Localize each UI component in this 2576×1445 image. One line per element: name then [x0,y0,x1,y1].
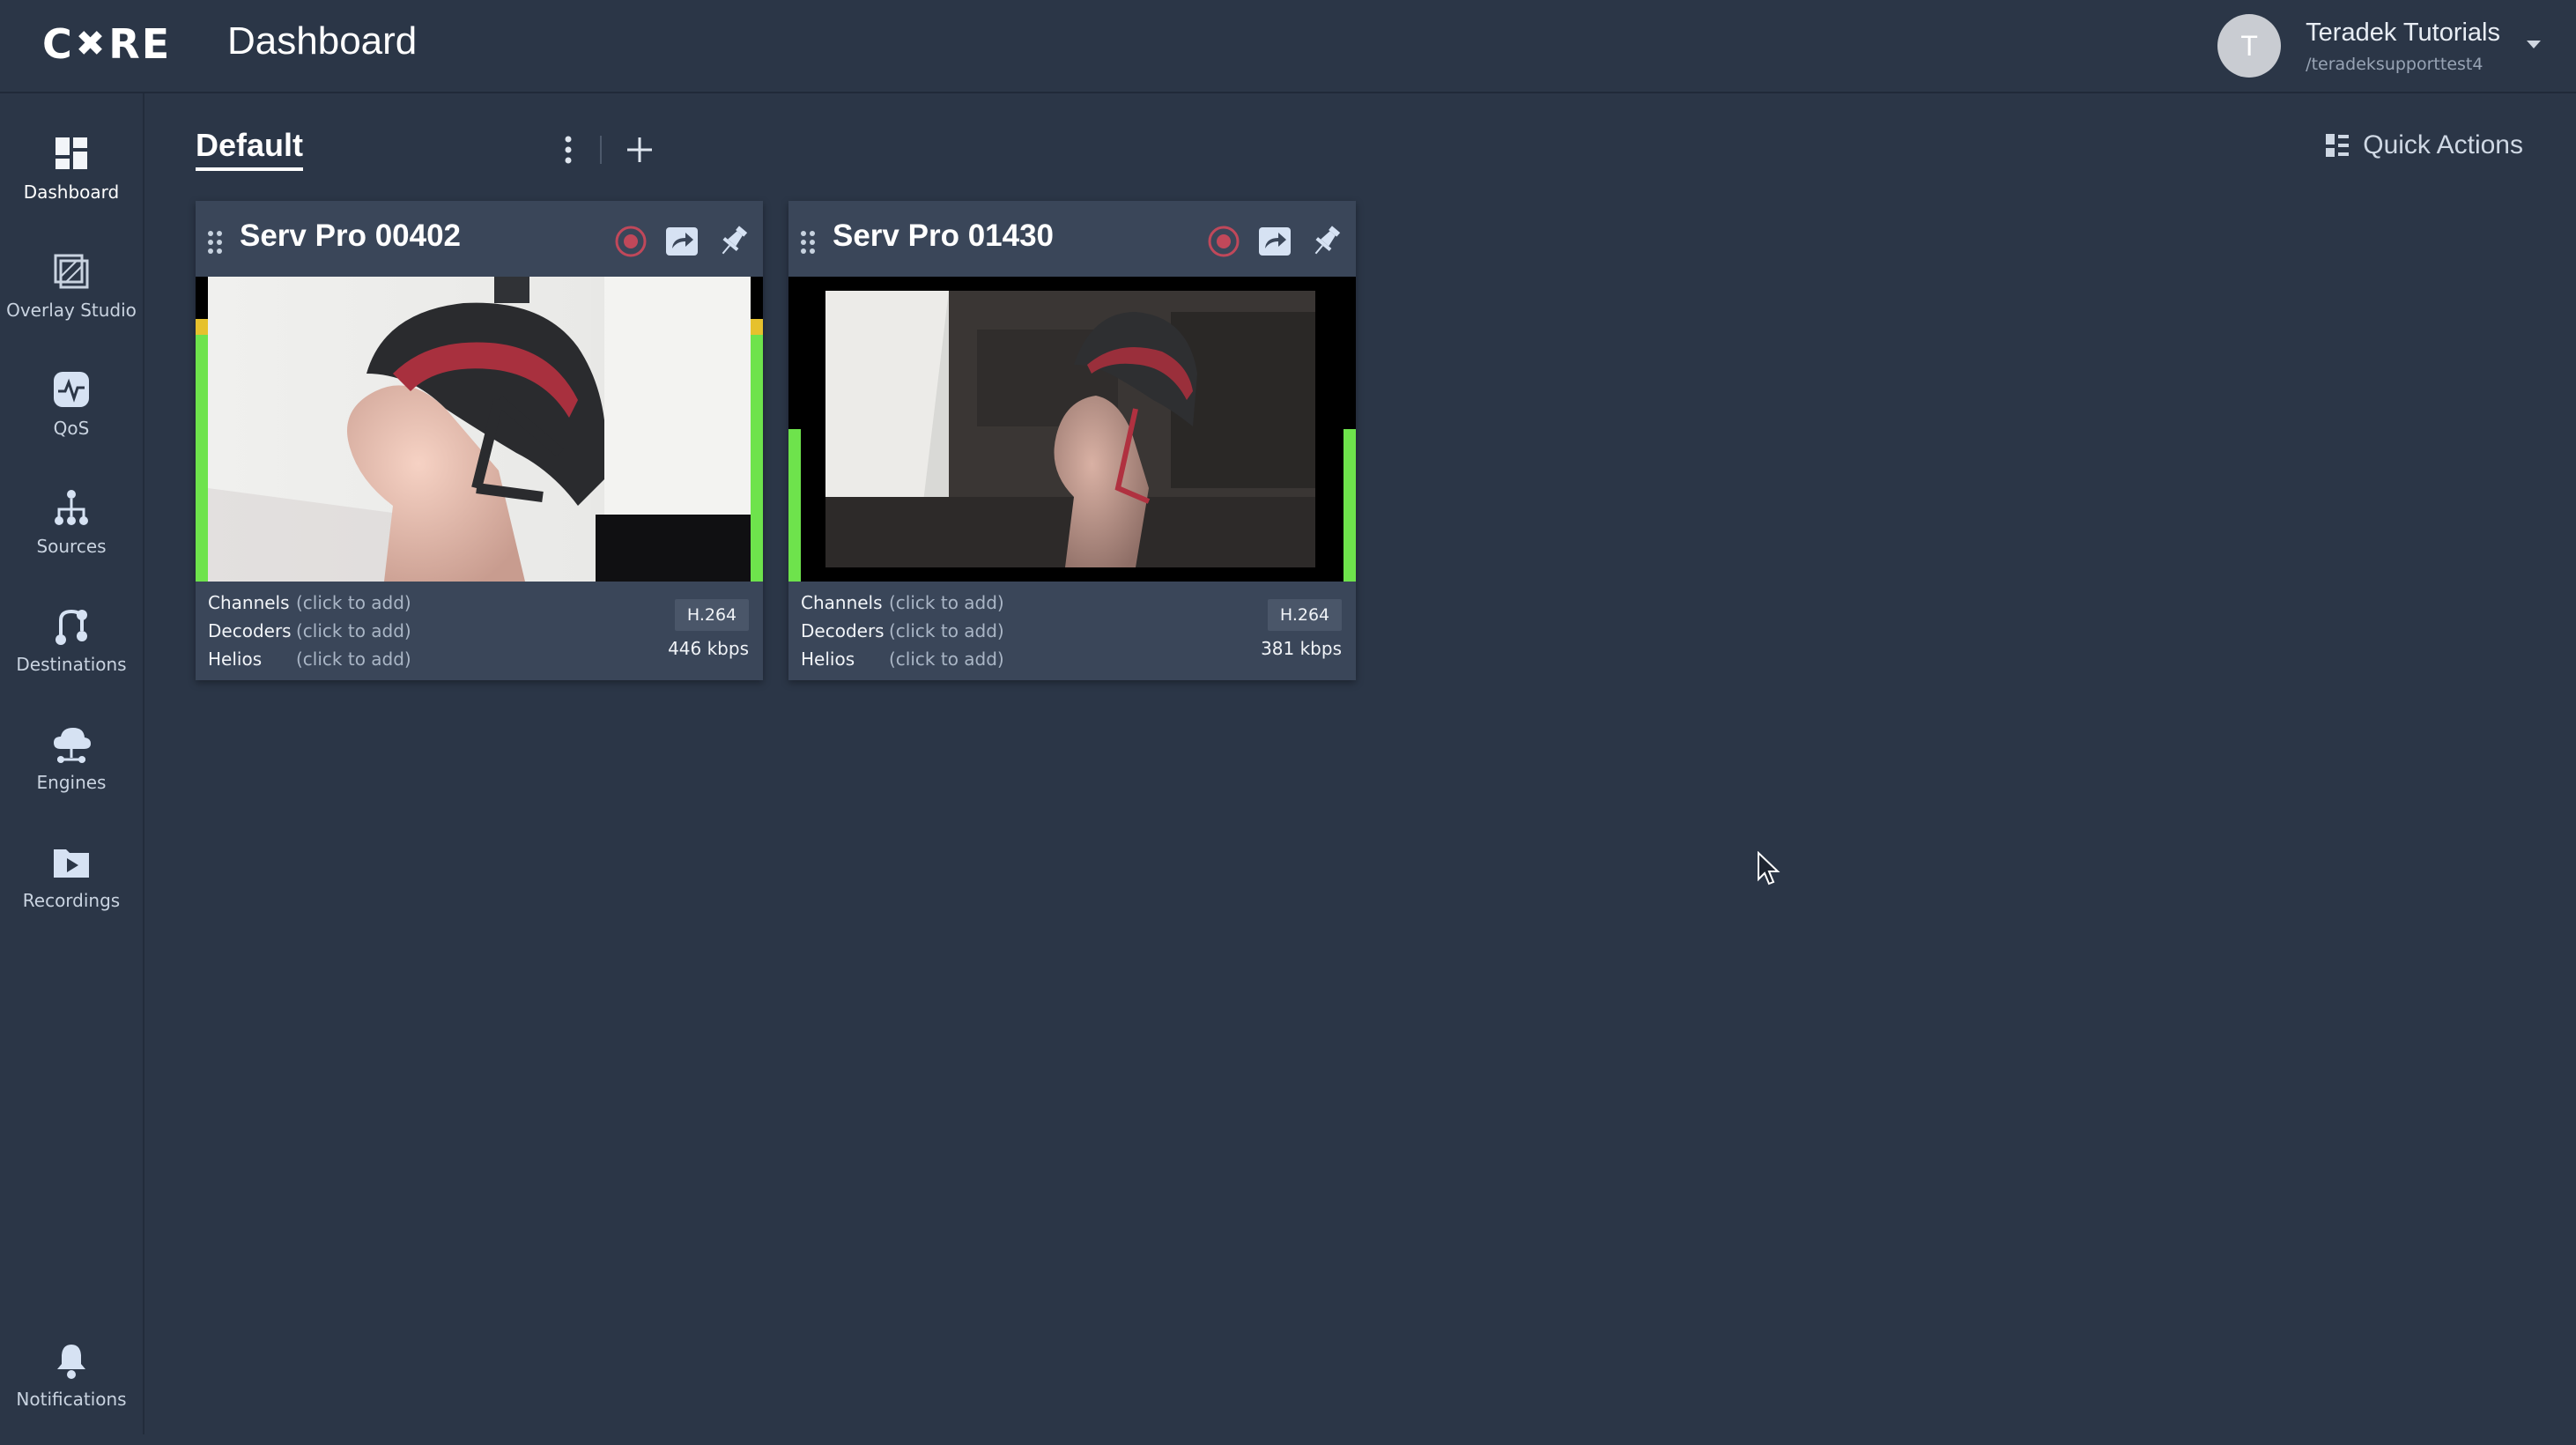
mouse-cursor-icon [1758,851,1780,886]
helios-label: Helios [801,648,855,670]
bitrate-text: 381 kbps [1261,638,1342,659]
card-title: Serv Pro 01430 [833,219,1055,253]
meter-peak [751,319,763,336]
record-icon[interactable] [611,222,650,261]
decoders-add-link[interactable]: (click to add) [889,620,1004,641]
sidebar-item-label: Engines [36,772,107,793]
sidebar-item-engines[interactable]: Engines [0,722,143,828]
bitrate-text: 446 kbps [668,638,749,659]
codec-badge: H.264 [1268,599,1342,631]
decoders-label: Decoders [801,620,885,641]
sidebar-item-qos[interactable]: QoS [0,368,143,474]
sidebar-item-notifications[interactable]: Notifications [0,1339,143,1445]
card-header: Serv Pro 00402 [196,201,763,277]
destinations-icon [56,609,87,645]
card-title: Serv Pro 00402 [240,219,462,253]
dashboard-icon [56,137,87,169]
device-card: Serv Pro 01430 Channels (click to add) D… [788,201,1356,680]
avatar[interactable]: T [2217,14,2282,78]
sidebar-item-label: Sources [36,536,107,557]
sidebar-item-dashboard[interactable]: Dashboard [0,132,143,238]
qos-icon [54,372,89,407]
sidebar-item-label: Destinations [16,654,127,675]
meter-level [751,331,763,582]
drag-handle-icon[interactable] [799,229,817,256]
video-preview[interactable] [196,277,763,582]
logo-x-icon: ✖ [75,24,107,64]
channels-add-link[interactable]: (click to add) [296,592,411,613]
user-path: /teradeksupporttest4 [2306,54,2483,74]
sidebar-item-label: Dashboard [23,182,120,203]
helios-label: Helios [208,648,263,670]
add-dashboard-icon[interactable] [622,132,657,167]
core-logo[interactable]: C ✖ RE [42,20,171,68]
overlay-studio-icon [54,254,89,289]
sidebar: Dashboard Overlay Studio QoS Sources Des… [0,93,144,1434]
decoders-label: Decoders [208,620,292,641]
pin-icon[interactable] [1307,222,1345,261]
sidebar-item-label: QoS [53,418,90,439]
meter-level [788,429,801,582]
meter-level [196,331,208,582]
audio-meter-left [788,277,801,582]
sidebar-item-recordings[interactable]: Recordings [0,841,143,946]
meter-level [1344,429,1356,582]
quick-actions-button[interactable]: Quick Actions [2324,130,2523,160]
video-frame-image [801,277,1344,582]
video-frame-image [208,277,751,582]
decoders-add-link[interactable]: (click to add) [296,620,411,641]
meter-peak [196,319,208,336]
audio-meter-right [1344,277,1356,582]
user-name: Teradek Tutorials [2306,18,2500,47]
helios-add-link[interactable]: (click to add) [296,648,411,670]
sidebar-item-label: Overlay Studio [6,300,137,321]
helios-add-link[interactable]: (click to add) [889,648,1004,670]
divider [600,136,602,164]
card-header: Serv Pro 01430 [788,201,1356,277]
user-info: Teradek Tutorials /teradeksupporttest4 [2306,19,2500,74]
channels-add-link[interactable]: (click to add) [889,592,1004,613]
sources-icon [55,490,88,525]
channels-label: Channels [208,592,290,613]
logo-letter-c: C [42,20,74,68]
record-icon[interactable] [1204,222,1243,261]
sidebar-item-destinations[interactable]: Destinations [0,604,143,710]
pin-icon[interactable] [714,222,752,261]
page-title: Dashboard [227,19,418,63]
codec-badge: H.264 [675,599,749,631]
more-options-icon[interactable] [555,132,581,167]
sidebar-item-label: Recordings [22,890,121,911]
tab-default[interactable]: Default [196,127,304,171]
quick-actions-label: Quick Actions [2363,130,2523,159]
video-preview[interactable] [788,277,1356,582]
channels-label: Channels [801,592,883,613]
sidebar-item-overlay-studio[interactable]: Overlay Studio [0,250,143,356]
sidebar-item-label: Notifications [16,1389,127,1410]
share-icon[interactable] [1255,222,1294,261]
share-icon[interactable] [663,222,701,261]
audio-meter-right [751,277,763,582]
logo-letters-re: RE [108,20,172,68]
recordings-icon [54,849,89,878]
chevron-down-icon[interactable] [2527,40,2541,48]
device-card: Serv Pro 00402 Channels (click to add) D… [196,201,763,680]
quick-actions-icon [2326,134,2350,157]
engines-icon [54,728,91,763]
bell-icon [57,1345,85,1379]
card-info: Channels (click to add) Decoders (click … [196,582,763,680]
user-menu[interactable]: T Teradek Tutorials /teradeksupporttest4 [2217,11,2541,81]
sidebar-item-sources[interactable]: Sources [0,486,143,592]
audio-meter-left [196,277,208,582]
top-bar: C ✖ RE Dashboard T Teradek Tutorials /te… [0,0,2576,93]
card-info: Channels (click to add) Decoders (click … [788,582,1356,680]
drag-handle-icon[interactable] [206,229,224,256]
